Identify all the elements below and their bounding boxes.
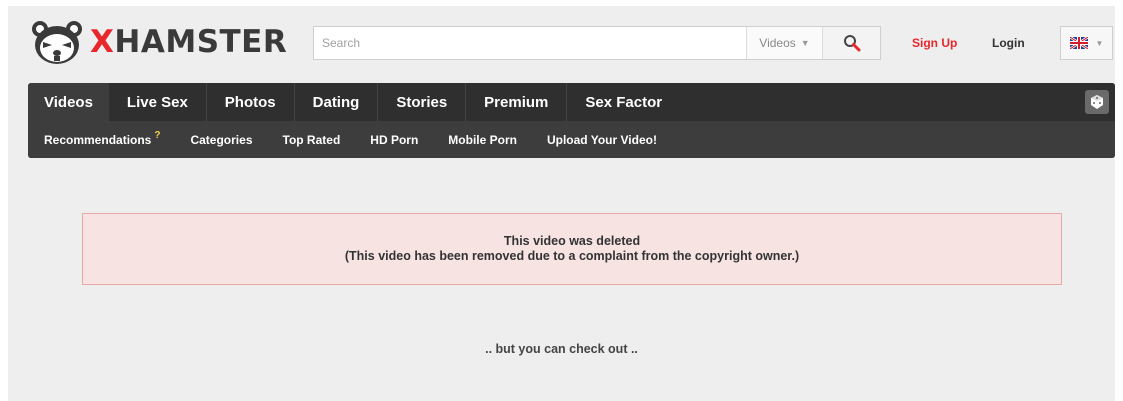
tab-premium[interactable]: Premium	[465, 83, 567, 121]
subnav-top-rated[interactable]: Top Rated	[283, 133, 341, 147]
subnav-recommendations-label: Recommendations	[44, 132, 152, 147]
search-scope-select[interactable]: Videos ▼	[746, 27, 822, 59]
deleted-video-alert: This video was deleted (This video has b…	[82, 213, 1062, 285]
chevron-down-icon: ▼	[1095, 38, 1104, 48]
tab-dating[interactable]: Dating	[293, 83, 378, 121]
login-link[interactable]: Login	[992, 36, 1025, 50]
logo-wordmark-rest: HAMSTER	[114, 24, 288, 60]
search-button[interactable]	[822, 27, 880, 59]
tab-videos[interactable]: Videos	[28, 83, 109, 121]
tab-live-sex[interactable]: Live Sex	[108, 83, 206, 121]
search-scope-label: Videos	[759, 36, 796, 50]
search-input[interactable]	[314, 27, 746, 59]
subnav-categories[interactable]: Categories	[190, 133, 252, 147]
alert-message: (This video has been removed due to a co…	[344, 249, 800, 263]
search-bar: Videos ▼	[313, 26, 881, 60]
random-video-button[interactable]	[1085, 90, 1109, 114]
subnav-upload-video[interactable]: Upload Your Video!	[547, 133, 657, 147]
tab-photos[interactable]: Photos	[205, 83, 294, 121]
language-select[interactable]: ▼	[1060, 26, 1113, 60]
tab-stories[interactable]: Stories	[377, 83, 466, 121]
uk-flag-icon	[1069, 37, 1088, 49]
subnav-recommendations[interactable]: Recommendations ?	[44, 130, 161, 147]
alert-title: This video was deleted	[503, 234, 641, 248]
dice-icon	[1091, 95, 1103, 109]
hamster-logo-icon	[32, 21, 82, 64]
search-icon	[843, 35, 860, 52]
main-navigation: Videos Live Sex Photos Dating Stories Pr…	[28, 83, 1115, 158]
info-icon: ?	[154, 130, 161, 141]
nav-filler	[680, 83, 1115, 121]
subnav-hd-porn[interactable]: HD Porn	[370, 133, 418, 147]
tab-sex-factor[interactable]: Sex Factor	[566, 83, 681, 121]
logo-wordmark: XHAMSTER	[90, 24, 287, 60]
site-logo[interactable]: XHAMSTER	[28, 18, 287, 66]
subnav-mobile-porn[interactable]: Mobile Porn	[448, 133, 517, 147]
chevron-down-icon: ▼	[800, 38, 810, 48]
checkout-text: .. but you can check out ..	[485, 342, 638, 356]
page-background: XHAMSTER Videos ▼ Sign Up Login ▼ Video	[8, 6, 1115, 401]
sub-navigation: Recommendations ? Categories Top Rated H…	[28, 121, 1115, 158]
logo-wordmark-x: X	[90, 24, 115, 60]
sign-up-link[interactable]: Sign Up	[912, 36, 957, 50]
primary-tabs: Videos Live Sex Photos Dating Stories Pr…	[28, 83, 1115, 121]
